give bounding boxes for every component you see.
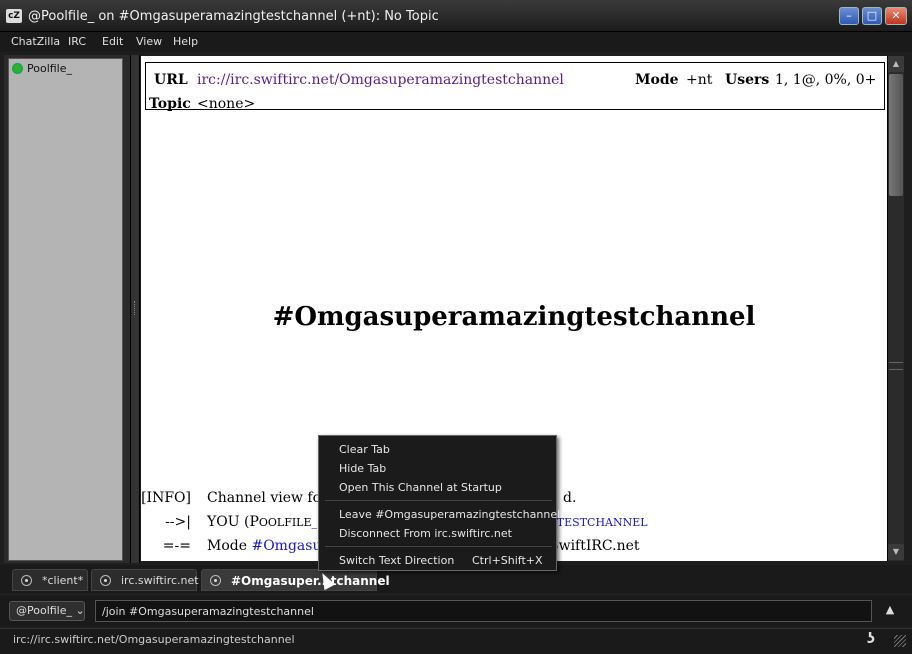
tab-status-icon	[210, 575, 221, 586]
topic-label: Topic	[149, 96, 191, 112]
users-value: 1, 1@, 0%, 0+	[775, 72, 877, 88]
users-label: Users	[725, 72, 770, 88]
log-message: YOU (POOLFILE_ GTESTCHANNEL	[207, 514, 648, 530]
connection-status-icon[interactable]: ʖ	[867, 631, 875, 647]
mode-value[interactable]: +nt	[686, 72, 712, 88]
tab-server[interactable]: irc.swiftirc.net	[91, 569, 199, 591]
menu-separator	[325, 546, 552, 547]
menu-separator	[325, 500, 552, 501]
title-bar: cZ @Poolfile_ on #Omgasuperamazingtestch…	[0, 0, 912, 32]
topic-value[interactable]: <none>	[197, 96, 255, 112]
tab-status-icon	[100, 575, 111, 586]
menu-item-hide-tab[interactable]: Hide Tab	[339, 462, 386, 475]
menu-bar: ChatZilla IRC Edit View Help	[0, 32, 912, 52]
user-name: Poolfile_	[27, 62, 73, 75]
tab-context-menu: Clear Tab Hide Tab Open This Channel at …	[318, 435, 560, 571]
window-title: @Poolfile_ on #Omgasuperamazingtestchann…	[28, 9, 439, 24]
tab-client[interactable]: *client*	[12, 569, 88, 591]
tab-label: *client*	[42, 574, 84, 587]
menu-item-open-at-startup[interactable]: Open This Channel at Startup	[339, 481, 502, 494]
minimize-button[interactable]: –	[839, 7, 859, 25]
menu-help[interactable]: Help	[173, 35, 198, 48]
channel-title: #Omgasuperamazingtestchannel	[272, 302, 756, 332]
splitter-grip-icon[interactable]	[134, 301, 136, 315]
input-row: @Poolfile_ ⌄ ▲	[0, 596, 912, 626]
menu-view[interactable]: View	[136, 35, 162, 48]
output-scrollbar[interactable]: ▲ ▼	[887, 56, 904, 561]
scroll-down-icon[interactable]: ▼	[888, 544, 904, 560]
log-tag: =-=	[162, 538, 191, 554]
close-button[interactable]: ✕	[885, 7, 907, 25]
scroll-thumb[interactable]	[889, 74, 903, 196]
mode-label: Mode	[635, 72, 679, 88]
menu-item-leave-channel[interactable]: Leave #Omgasuperamazingtestchannel	[339, 508, 560, 521]
menu-item-clear-tab[interactable]: Clear Tab	[339, 443, 390, 456]
status-text: irc://irc.swiftirc.net/Omgasuperamazingt…	[13, 633, 295, 646]
pane-splitter[interactable]	[130, 55, 140, 563]
scroll-up-icon[interactable]: ▲	[888, 56, 904, 72]
shortcut-label: Ctrl+Shift+X	[472, 554, 543, 567]
menu-irc[interactable]: IRC	[68, 35, 86, 48]
tab-channel[interactable]: #Omgasuper...tchannel	[201, 569, 390, 591]
tab-label: irc.swiftirc.net	[121, 574, 199, 587]
status-bar: irc://irc.swiftirc.net/Omgasuperamazingt…	[0, 628, 912, 654]
channel-url-link[interactable]: irc://irc.swiftirc.net/Omgasuperamazingt…	[197, 72, 564, 88]
channel-header: URL irc://irc.swiftirc.net/Omgasuperamaz…	[145, 62, 885, 112]
chatzilla-logo-icon: cZ	[6, 9, 22, 23]
tab-status-icon	[21, 575, 32, 586]
menu-item-switch-text-direction[interactable]: Switch Text Direction	[339, 554, 454, 567]
maximize-button[interactable]: □	[862, 7, 882, 25]
log-tag: -->|	[165, 514, 191, 530]
user-list[interactable]: Poolfile_	[8, 58, 123, 561]
menu-edit[interactable]: Edit	[102, 35, 123, 48]
menu-item-disconnect[interactable]: Disconnect From irc.swiftirc.net	[339, 527, 512, 540]
tab-label: #Omgasuper...tchannel	[231, 574, 390, 588]
user-status-icon	[12, 63, 23, 74]
multiline-toggle-icon[interactable]: ▲	[883, 604, 897, 616]
nickname-button[interactable]: @Poolfile_ ⌄	[9, 601, 85, 621]
url-label: URL	[154, 72, 188, 88]
resize-grip-icon[interactable]	[894, 635, 906, 647]
message-input[interactable]	[95, 600, 872, 622]
scroll-grip-icon	[889, 362, 903, 370]
log-tag: [INFO]	[141, 490, 191, 506]
menu-chatzilla[interactable]: ChatZilla	[11, 35, 60, 48]
chevron-down-icon: ⌄	[75, 604, 85, 617]
